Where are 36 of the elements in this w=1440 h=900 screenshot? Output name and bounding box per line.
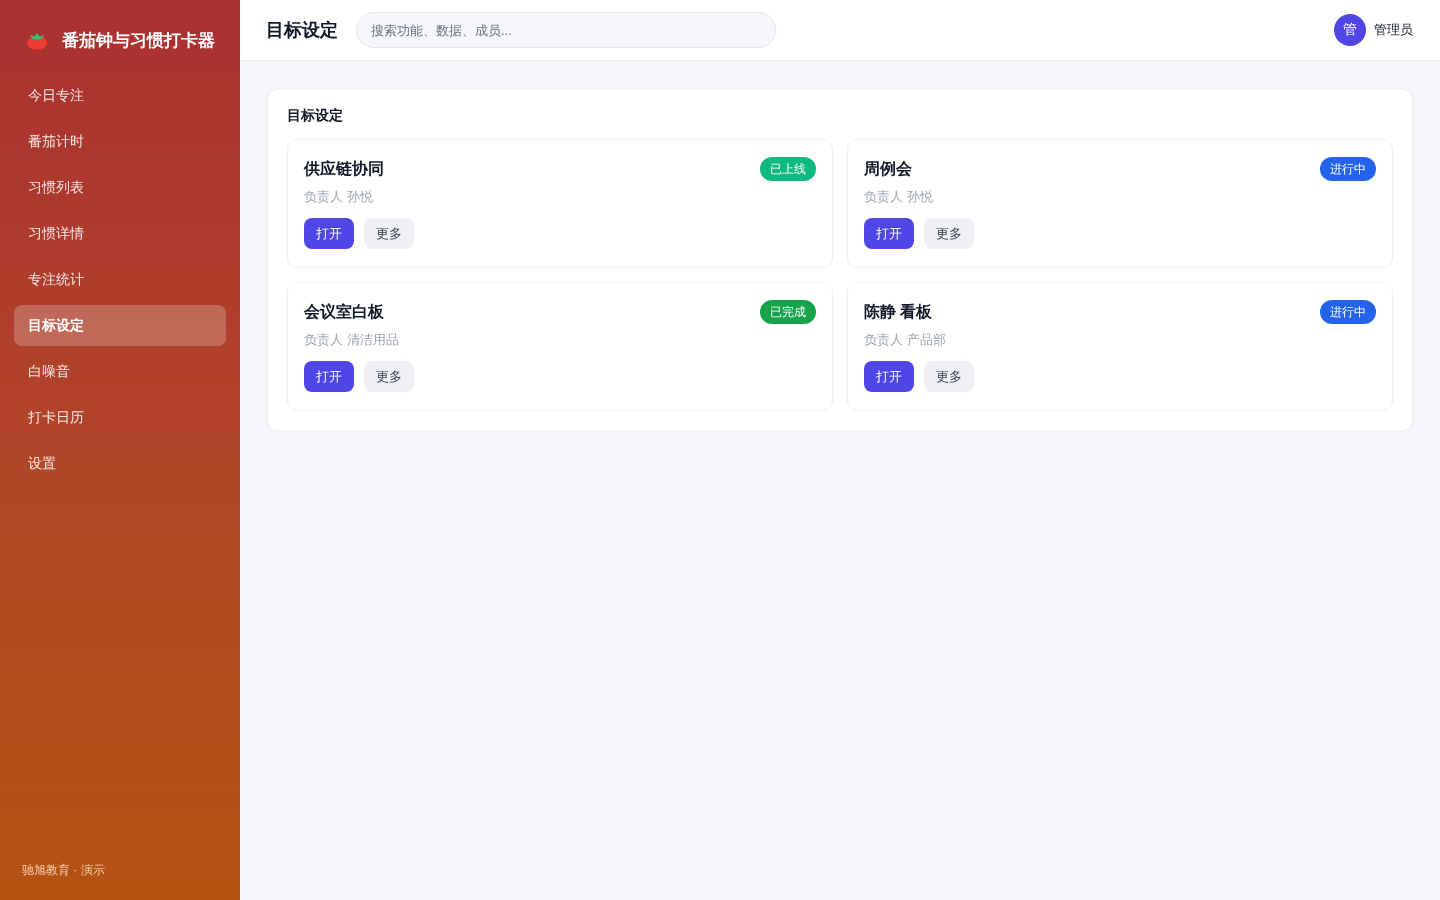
card-title: 周例会: [864, 158, 912, 179]
open-button[interactable]: 打开: [304, 361, 354, 392]
status-badge: 已上线: [760, 157, 816, 181]
nav-item[interactable]: 设置: [14, 443, 226, 484]
nav-item[interactable]: 习惯详情: [14, 213, 226, 254]
card-title: 会议室白板: [304, 301, 384, 322]
nav-item[interactable]: 打卡日历: [14, 397, 226, 438]
nav-item[interactable]: 习惯列表: [14, 167, 226, 208]
card-title: 陈静 看板: [864, 301, 933, 322]
open-button[interactable]: 打开: [864, 218, 914, 249]
footer-text: 驰旭教育 · 演示: [21, 862, 106, 879]
owner-text: 负责人 孙悦: [864, 188, 934, 206]
status-badge: 进行中: [1320, 157, 1376, 181]
status-badge: 已完成: [760, 300, 816, 324]
owner-text: 负责人 孙悦: [304, 188, 374, 206]
owner-text: 负责人 产品部: [864, 331, 947, 349]
status-badge: 进行中: [1320, 300, 1376, 324]
nav-item[interactable]: 目标设定: [14, 305, 226, 346]
page-title: 目标设定: [266, 19, 338, 42]
open-button[interactable]: 打开: [304, 218, 354, 249]
open-button[interactable]: 打开: [864, 361, 914, 392]
avatar[interactable]: 管: [1334, 14, 1366, 46]
app-title: 番茄钟与习惯打卡器: [62, 29, 215, 52]
nav-item[interactable]: 今日专注: [14, 75, 226, 116]
more-button[interactable]: 更多: [924, 218, 974, 249]
owner-text: 负责人 清洁用品: [304, 331, 400, 349]
user-name: 管理员: [1374, 21, 1413, 39]
nav-item[interactable]: 白噪音: [14, 351, 226, 392]
more-button[interactable]: 更多: [924, 361, 974, 392]
search-field[interactable]: 搜索功能、数据、成员...: [356, 12, 776, 48]
card-title: 供应链协同: [304, 158, 384, 179]
nav-item[interactable]: 专注统计: [14, 259, 226, 300]
panel-title: 目标设定: [287, 107, 344, 125]
more-button[interactable]: 更多: [364, 218, 414, 249]
more-button[interactable]: 更多: [364, 361, 414, 392]
nav-item[interactable]: 番茄计时: [14, 121, 226, 162]
